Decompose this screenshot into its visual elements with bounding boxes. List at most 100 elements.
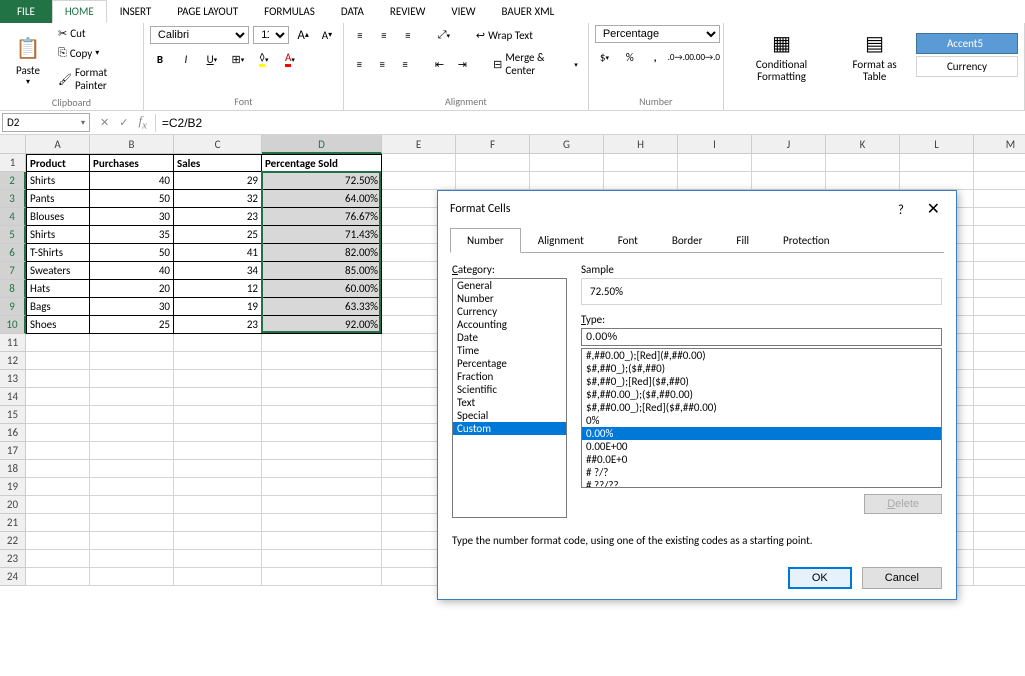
copy-button[interactable]: ⎘Copy ▾ — [54, 44, 137, 62]
cell-M21[interactable] — [974, 514, 1025, 532]
row-header-14[interactable]: 14 — [0, 388, 26, 406]
cell-C3[interactable]: 32 — [174, 190, 262, 208]
cell-D1[interactable]: Percentage Sold — [262, 154, 382, 172]
cell-L2[interactable] — [900, 172, 974, 190]
cell-D2[interactable]: 72.50% — [262, 172, 382, 190]
cancel-formula-icon[interactable]: ✕ — [100, 116, 109, 129]
cell-B20[interactable] — [90, 496, 174, 514]
tab-review[interactable]: REVIEW — [377, 0, 439, 23]
type-option-3[interactable]: $#,##0.00_);($#,##0.00) — [582, 388, 941, 401]
comma-icon[interactable]: , — [645, 47, 664, 67]
cell-B19[interactable] — [90, 478, 174, 496]
border-button[interactable]: ⊞ ▾ — [228, 49, 248, 69]
row-header-5[interactable]: 5 — [0, 226, 26, 244]
cell-D15[interactable] — [262, 406, 382, 424]
tab-file[interactable]: FILE — [0, 0, 52, 23]
cell-F1[interactable] — [456, 154, 530, 172]
cell-A11[interactable] — [26, 334, 90, 352]
cell-A9[interactable]: Bags — [26, 298, 90, 316]
row-header-8[interactable]: 8 — [0, 280, 26, 298]
increase-font-icon[interactable]: A▴ — [293, 25, 313, 45]
cell-A3[interactable]: Pants — [26, 190, 90, 208]
cell-A7[interactable]: Sweaters — [26, 262, 90, 280]
category-item-number[interactable]: Number — [453, 292, 566, 305]
cell-D17[interactable] — [262, 442, 382, 460]
dialog-tab-border[interactable]: Border — [655, 228, 720, 253]
tab-formulas[interactable]: FORMULAS — [251, 0, 328, 23]
row-header-1[interactable]: 1 — [0, 154, 26, 172]
col-header-F[interactable]: F — [456, 135, 530, 154]
row-header-16[interactable]: 16 — [0, 424, 26, 442]
row-header-23[interactable]: 23 — [0, 550, 26, 568]
cell-M2[interactable] — [974, 172, 1025, 190]
percent-icon[interactable]: % — [620, 47, 639, 67]
col-header-A[interactable]: A — [26, 135, 90, 154]
align-top-icon[interactable]: ≡ — [350, 25, 370, 45]
category-item-time[interactable]: Time — [453, 344, 566, 357]
cell-C14[interactable] — [174, 388, 262, 406]
category-item-scientific[interactable]: Scientific — [453, 383, 566, 396]
cell-C18[interactable] — [174, 460, 262, 478]
cell-G1[interactable] — [530, 154, 604, 172]
align-bottom-icon[interactable]: ≡ — [398, 25, 418, 45]
type-option-9[interactable]: # ?/? — [582, 466, 941, 479]
col-header-H[interactable]: H — [604, 135, 678, 154]
category-item-date[interactable]: Date — [453, 331, 566, 344]
cell-C2[interactable]: 29 — [174, 172, 262, 190]
row-header-22[interactable]: 22 — [0, 532, 26, 550]
cell-B5[interactable]: 35 — [90, 226, 174, 244]
cell-A5[interactable]: Shirts — [26, 226, 90, 244]
type-input[interactable] — [581, 328, 942, 346]
cell-A14[interactable] — [26, 388, 90, 406]
orientation-icon[interactable]: ⤢▾ — [434, 25, 454, 45]
row-header-21[interactable]: 21 — [0, 514, 26, 532]
cell-B21[interactable] — [90, 514, 174, 532]
category-list[interactable]: GeneralNumberCurrencyAccountingDateTimeP… — [452, 278, 567, 518]
cell-M9[interactable] — [974, 298, 1025, 316]
cell-D21[interactable] — [262, 514, 382, 532]
cell-M1[interactable] — [974, 154, 1025, 172]
cell-B11[interactable] — [90, 334, 174, 352]
category-item-accounting[interactable]: Accounting — [453, 318, 566, 331]
type-list[interactable]: #,##0.00_);[Red](#,##0.00)$#,##0_);($#,#… — [581, 348, 942, 488]
cell-G2[interactable] — [530, 172, 604, 190]
tab-insert[interactable]: INSERT — [107, 0, 165, 23]
row-header-17[interactable]: 17 — [0, 442, 26, 460]
cell-K1[interactable] — [826, 154, 900, 172]
cell-M3[interactable] — [974, 190, 1025, 208]
cell-A24[interactable] — [26, 568, 90, 586]
col-header-E[interactable]: E — [382, 135, 456, 154]
paste-button[interactable]: 📋 Paste ▾ — [6, 30, 50, 89]
delete-button[interactable]: Delete — [864, 494, 942, 514]
col-header-C[interactable]: C — [174, 135, 262, 154]
cut-button[interactable]: ✂Cut — [54, 25, 137, 42]
cell-C20[interactable] — [174, 496, 262, 514]
cell-B13[interactable] — [90, 370, 174, 388]
cell-F2[interactable] — [456, 172, 530, 190]
ok-button[interactable]: OK — [788, 567, 852, 589]
cell-C22[interactable] — [174, 532, 262, 550]
cell-K2[interactable] — [826, 172, 900, 190]
cell-A13[interactable] — [26, 370, 90, 388]
font-name-select[interactable]: Calibri — [150, 26, 249, 44]
cancel-button[interactable]: Cancel — [862, 567, 942, 589]
cell-M13[interactable] — [974, 370, 1025, 388]
dialog-help-icon[interactable]: ? — [898, 203, 904, 218]
row-header-9[interactable]: 9 — [0, 298, 26, 316]
cell-H2[interactable] — [604, 172, 678, 190]
cell-D24[interactable] — [262, 568, 382, 586]
cell-B24[interactable] — [90, 568, 174, 586]
col-header-D[interactable]: D — [262, 135, 382, 154]
category-item-custom[interactable]: Custom — [453, 422, 566, 435]
cell-C12[interactable] — [174, 352, 262, 370]
cell-A21[interactable] — [26, 514, 90, 532]
col-header-B[interactable]: B — [90, 135, 174, 154]
cell-H1[interactable] — [604, 154, 678, 172]
cell-M16[interactable] — [974, 424, 1025, 442]
cell-B8[interactable]: 20 — [90, 280, 174, 298]
cell-M10[interactable] — [974, 316, 1025, 334]
cell-M11[interactable] — [974, 334, 1025, 352]
cell-A4[interactable]: Blouses — [26, 208, 90, 226]
cell-A20[interactable] — [26, 496, 90, 514]
cell-A17[interactable] — [26, 442, 90, 460]
